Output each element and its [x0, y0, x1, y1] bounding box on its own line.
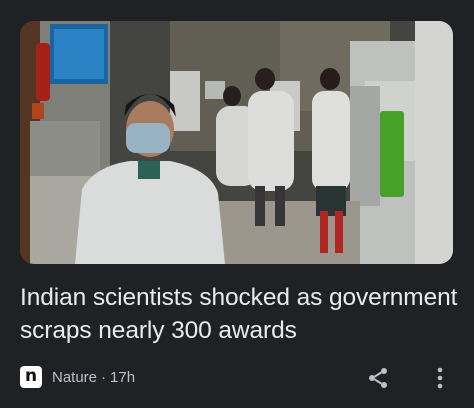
- source-logo-letter: n: [24, 365, 38, 386]
- article-meta: n Nature · 17h: [20, 364, 135, 390]
- news-card[interactable]: Indian scientists shocked as government …: [0, 0, 474, 408]
- more-vert-icon: [437, 367, 443, 389]
- more-options-button[interactable]: [428, 364, 452, 392]
- article-thumbnail[interactable]: [20, 21, 453, 264]
- share-button[interactable]: [364, 364, 392, 392]
- source-logo: n: [20, 366, 42, 388]
- article-age: 17h: [110, 368, 136, 386]
- article-headline[interactable]: Indian scientists shocked as government …: [20, 281, 460, 347]
- meta-text: Nature · 17h: [52, 369, 135, 386]
- source-name: Nature: [52, 368, 98, 386]
- lab-photo: [20, 21, 453, 264]
- share-icon: [369, 368, 387, 388]
- meta-separator: ·: [101, 368, 107, 386]
